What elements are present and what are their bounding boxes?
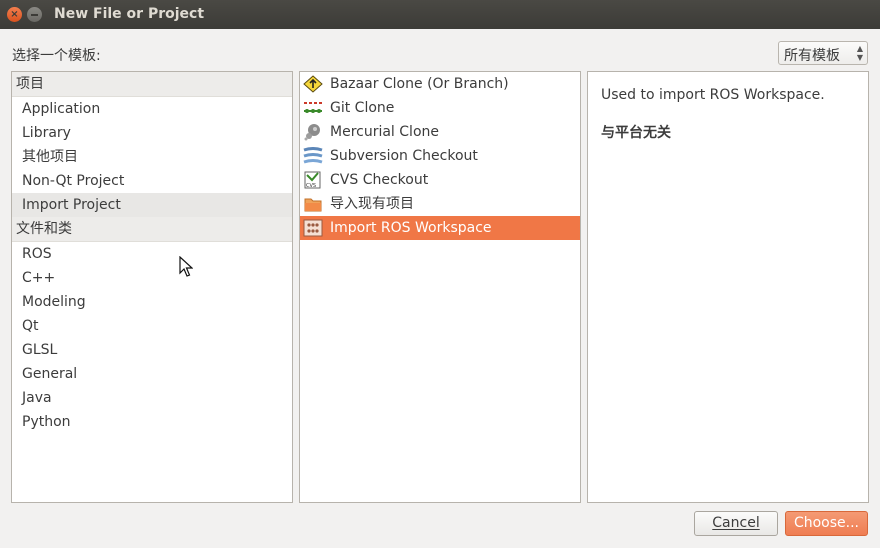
category-item-ros[interactable]: ROS	[12, 242, 292, 266]
wizard-item-bazaar-clone[interactable]: Bazaar Clone (Or Branch)	[300, 72, 580, 96]
description-text: Used to import ROS Workspace.	[601, 87, 825, 103]
folder-icon	[304, 198, 322, 212]
mouse-pointer-icon	[179, 256, 193, 277]
category-item-java[interactable]: Java	[12, 386, 292, 410]
wizard-item-cvs-checkout[interactable]: CVS CVS Checkout	[300, 168, 580, 192]
wizard-item-label: CVS Checkout	[330, 172, 429, 188]
wizard-item-label: Git Clone	[330, 100, 395, 116]
cancel-label: Cancel	[712, 515, 760, 531]
wizard-item-label: Bazaar Clone (Or Branch)	[330, 76, 509, 92]
category-item-non-qt-project[interactable]: Non-Qt Project	[12, 169, 292, 193]
category-item-glsl[interactable]: GLSL	[12, 338, 292, 362]
wizard-item-mercurial-clone[interactable]: Mercurial Clone	[300, 120, 580, 144]
wizard-item-import-existing-project[interactable]: 导入现有项目	[300, 192, 580, 216]
platform-label: 与平台无关	[601, 125, 671, 141]
wizard-item-label: Import ROS Workspace	[330, 220, 492, 236]
bazaar-icon	[303, 75, 323, 93]
template-prompt-label: 选择一个模板:	[12, 48, 101, 64]
ros-icon	[303, 219, 323, 237]
category-header-projects: 项目	[12, 72, 292, 97]
spin-arrows-icon: ▲ ▼	[856, 44, 863, 62]
git-icon	[304, 102, 322, 113]
category-list: 项目 Application Library 其他项目 Non-Qt Proje…	[11, 71, 293, 503]
window-title: New File or Project	[54, 6, 205, 22]
choose-button[interactable]: Choose...	[785, 511, 868, 536]
wizard-list: Bazaar Clone (Or Branch) Git Clone Mercu…	[299, 71, 581, 503]
subversion-icon	[303, 147, 323, 164]
wizard-item-git-clone[interactable]: Git Clone	[300, 96, 580, 120]
category-item-import-project[interactable]: Import Project	[12, 193, 292, 217]
template-filter-select[interactable]: 所有模板 ▲ ▼	[778, 41, 868, 65]
window-close-button[interactable]: ×	[7, 7, 22, 22]
template-filter-value: 所有模板	[784, 48, 840, 64]
wizard-item-subversion-checkout[interactable]: Subversion Checkout	[300, 144, 580, 168]
category-item-python[interactable]: Python	[12, 410, 292, 434]
window-minimize-button[interactable]	[27, 7, 42, 22]
wizard-item-import-ros-workspace[interactable]: Import ROS Workspace	[300, 216, 580, 240]
mercurial-icon	[304, 124, 320, 141]
svg-text:CVS: CVS	[306, 183, 316, 189]
wizard-item-label: Mercurial Clone	[330, 124, 439, 140]
description-panel: Used to import ROS Workspace. 与平台无关	[587, 71, 869, 503]
category-item-application[interactable]: Application	[12, 97, 292, 121]
wizard-item-label: 导入现有项目	[330, 196, 414, 212]
cvs-icon: CVS	[304, 171, 321, 189]
wizard-item-label: Subversion Checkout	[330, 148, 478, 164]
category-item-modeling[interactable]: Modeling	[12, 290, 292, 314]
category-item-qt[interactable]: Qt	[12, 314, 292, 338]
category-header-files: 文件和类	[12, 217, 292, 242]
close-icon: ×	[10, 9, 19, 20]
title-bar: × New File or Project	[0, 0, 880, 29]
category-item-general[interactable]: General	[12, 362, 292, 386]
category-item-cpp[interactable]: C++	[12, 266, 292, 290]
category-item-library[interactable]: Library	[12, 121, 292, 145]
category-item-other-project[interactable]: 其他项目	[12, 145, 292, 169]
cancel-button[interactable]: Cancel	[694, 511, 778, 536]
